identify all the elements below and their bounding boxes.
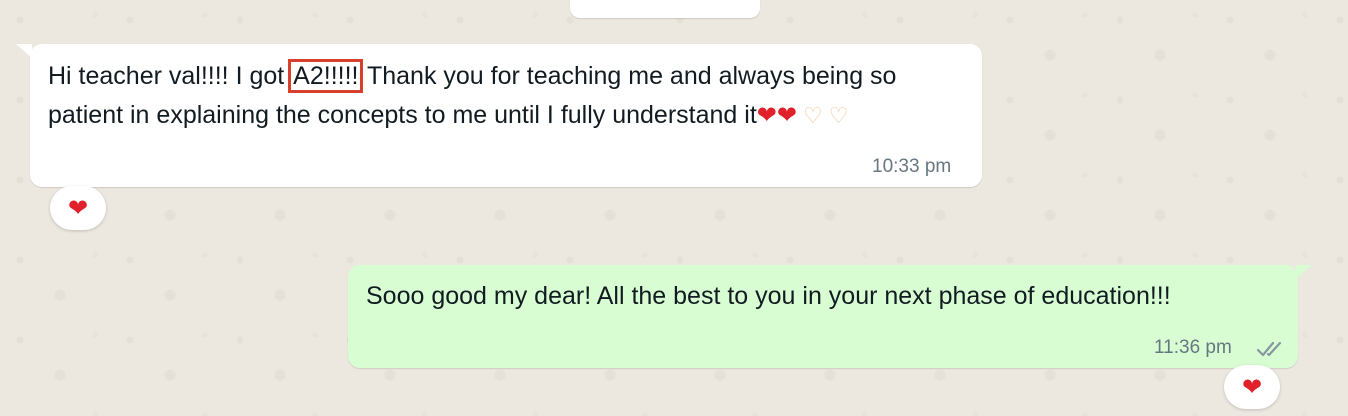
- highlighted-grade: A2!!!!!: [288, 59, 364, 93]
- outgoing-bubble-tail: [1296, 265, 1312, 279]
- heart-hands-icon: ♡: [828, 104, 849, 129]
- red-heart-icon: ❤: [756, 101, 777, 129]
- incoming-message-time: 10:33 pm: [872, 156, 952, 177]
- outgoing-message-time: 11:36 pm: [1154, 337, 1232, 358]
- heart-hands-icon: ♡: [802, 104, 823, 129]
- date-divider-pill: [570, 0, 760, 18]
- message-text-before: Hi teacher val!!!! I got: [48, 62, 292, 90]
- incoming-message-reaction[interactable]: ❤: [50, 186, 106, 230]
- red-heart-icon: ❤: [776, 101, 797, 129]
- read-receipt-double-check-icon: [1256, 341, 1282, 357]
- outgoing-message-text: Sooo good my dear! All the best to you i…: [366, 282, 1171, 310]
- incoming-message-text: Hi teacher val!!!! I got A2!!!!! Thank y…: [48, 57, 948, 136]
- outgoing-message-reaction[interactable]: ❤: [1224, 365, 1280, 409]
